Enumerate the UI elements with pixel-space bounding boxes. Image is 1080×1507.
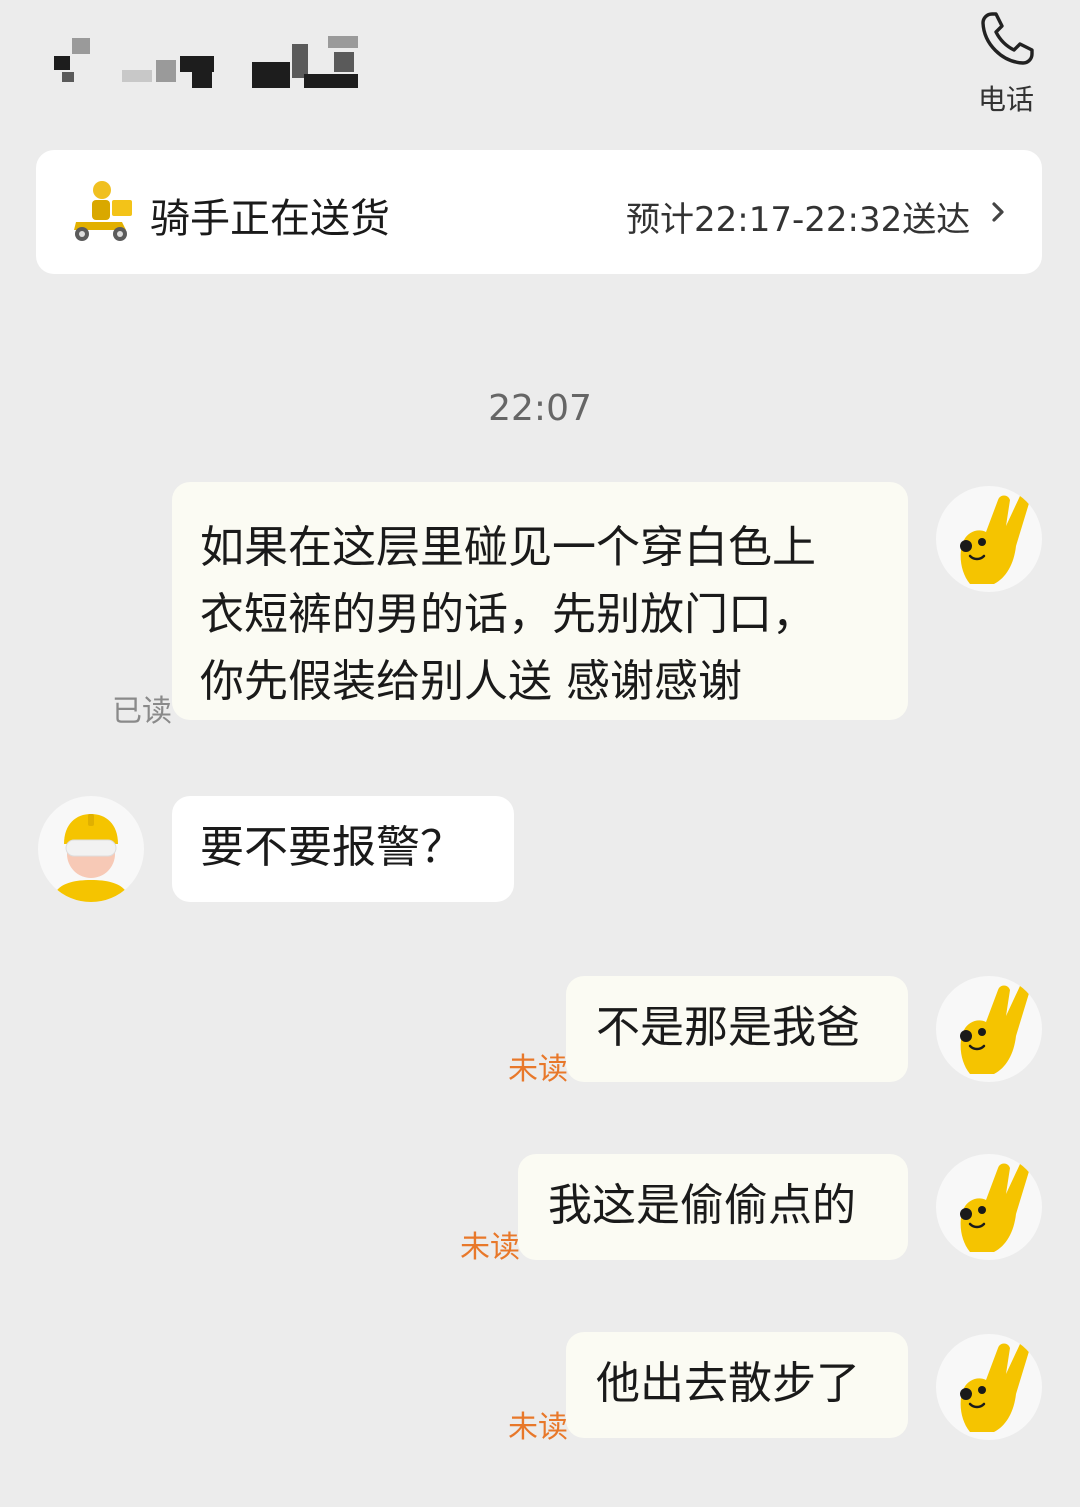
message-line: 要不要报警？ bbox=[200, 822, 464, 873]
message-bubble-outgoing[interactable]: 我这是偷偷点的 bbox=[518, 1154, 908, 1260]
contact-name-blurred bbox=[52, 34, 362, 94]
yellow-hand-mascot-icon bbox=[960, 492, 1031, 584]
unread-status-label: 未读 bbox=[460, 1230, 520, 1265]
phone-label: 电话 bbox=[977, 83, 1034, 116]
message-line: 你先假装给别人送 感谢感谢 bbox=[200, 656, 742, 707]
yellow-hand-mascot-icon bbox=[960, 1340, 1031, 1432]
message-line: 他出去散步了 bbox=[596, 1358, 860, 1409]
delivery-eta-text: 预计22:17-22:32送达 bbox=[626, 200, 971, 240]
message-line: 衣短裤的男的话，先别放门口， bbox=[200, 589, 816, 640]
message-bubble-outgoing[interactable]: 不是那是我爸 bbox=[566, 976, 908, 1082]
rider-helmet-avatar-icon bbox=[52, 814, 130, 902]
unread-status-label: 未读 bbox=[508, 1052, 568, 1087]
rider-avatar[interactable] bbox=[38, 796, 144, 902]
yellow-hand-mascot-icon bbox=[960, 982, 1031, 1074]
rider-scooter-icon bbox=[74, 181, 132, 241]
message-timestamp: 22:07 bbox=[488, 388, 592, 429]
user-avatar[interactable] bbox=[936, 1154, 1042, 1260]
delivery-status-card[interactable]: 骑手正在送货 预计22:17-22:32送达 bbox=[36, 150, 1042, 274]
read-status-label: 已读 bbox=[112, 694, 172, 729]
user-avatar[interactable] bbox=[936, 486, 1042, 592]
message-bubble-incoming[interactable]: 要不要报警？ bbox=[172, 796, 514, 902]
yellow-hand-mascot-icon bbox=[960, 1160, 1031, 1252]
message-line: 我这是偷偷点的 bbox=[548, 1180, 856, 1231]
message-bubble-outgoing[interactable]: 他出去散步了 bbox=[566, 1332, 908, 1438]
user-avatar[interactable] bbox=[936, 1334, 1042, 1440]
chevron-right-icon bbox=[992, 202, 1004, 222]
phone-call-button[interactable]: 电话 bbox=[960, 6, 1052, 122]
user-avatar[interactable] bbox=[936, 976, 1042, 1082]
phone-icon bbox=[981, 12, 1034, 65]
delivery-status-text: 骑手正在送货 bbox=[150, 196, 390, 242]
unread-status-label: 未读 bbox=[508, 1410, 568, 1445]
message-line: 不是那是我爸 bbox=[596, 1002, 860, 1053]
message-line: 如果在这层里碰见一个穿白色上 bbox=[200, 522, 816, 573]
message-bubble-outgoing[interactable]: 如果在这层里碰见一个穿白色上 衣短裤的男的话，先别放门口， 你先假装给别人送 感… bbox=[172, 482, 908, 720]
